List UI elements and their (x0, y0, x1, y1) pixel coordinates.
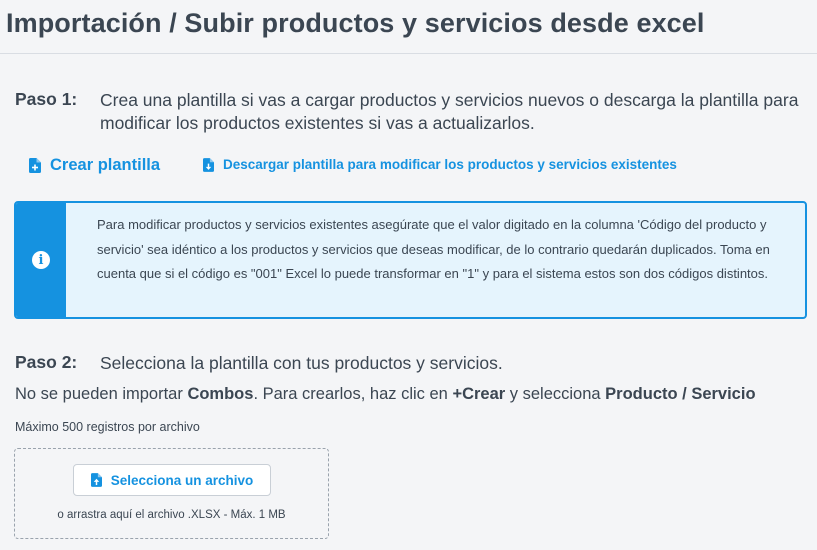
combos-note-text-1: No se pueden importar (15, 385, 188, 403)
file-upload-icon (90, 473, 102, 487)
info-alert-text: Para modificar productos y servicios exi… (97, 217, 770, 281)
page-header: Importación / Subir productos y servicio… (0, 0, 817, 54)
create-template-link[interactable]: Crear plantilla (29, 156, 160, 175)
step-1-label: Paso 1: (15, 89, 78, 109)
info-alert: i Para modificar productos y servicios e… (14, 201, 807, 319)
select-file-label: Selecciona un archivo (110, 472, 254, 488)
combos-note-bold-crear: +Crear (452, 385, 506, 403)
file-download-icon (203, 157, 214, 172)
combos-note-text-3: y selecciona (505, 385, 606, 403)
combos-note-text-2: . Para crearlos, haz clic en (253, 385, 453, 403)
file-plus-icon (29, 158, 41, 173)
combos-note-bold-producto: Producto / Servicio (605, 385, 756, 403)
drop-hint: o arrastra aquí el archivo .XLSX - Máx. … (57, 509, 286, 521)
step-1-text: Crea una plantilla si vas a cargar produ… (100, 90, 799, 133)
page-title: Importación / Subir productos y servicio… (6, 8, 705, 38)
step-2-label: Paso 2: (15, 352, 78, 372)
max-records-note: Máximo 500 registros por archivo (15, 420, 200, 434)
info-icon: i (32, 251, 50, 269)
step-2-text: Selecciona la plantilla con tus producto… (100, 353, 503, 373)
create-template-label: Crear plantilla (50, 156, 161, 174)
file-dropzone[interactable]: Selecciona un archivo o arrastra aquí el… (14, 448, 329, 539)
download-template-label: Descargar plantilla para modificar los p… (223, 157, 677, 172)
combos-note: No se pueden importar Combos. Para crear… (15, 385, 756, 404)
select-file-button[interactable]: Selecciona un archivo (73, 464, 271, 496)
download-template-link[interactable]: Descargar plantilla para modificar los p… (203, 157, 677, 172)
combos-note-bold-combos: Combos (187, 385, 254, 403)
info-alert-sidebar: i (16, 203, 66, 317)
